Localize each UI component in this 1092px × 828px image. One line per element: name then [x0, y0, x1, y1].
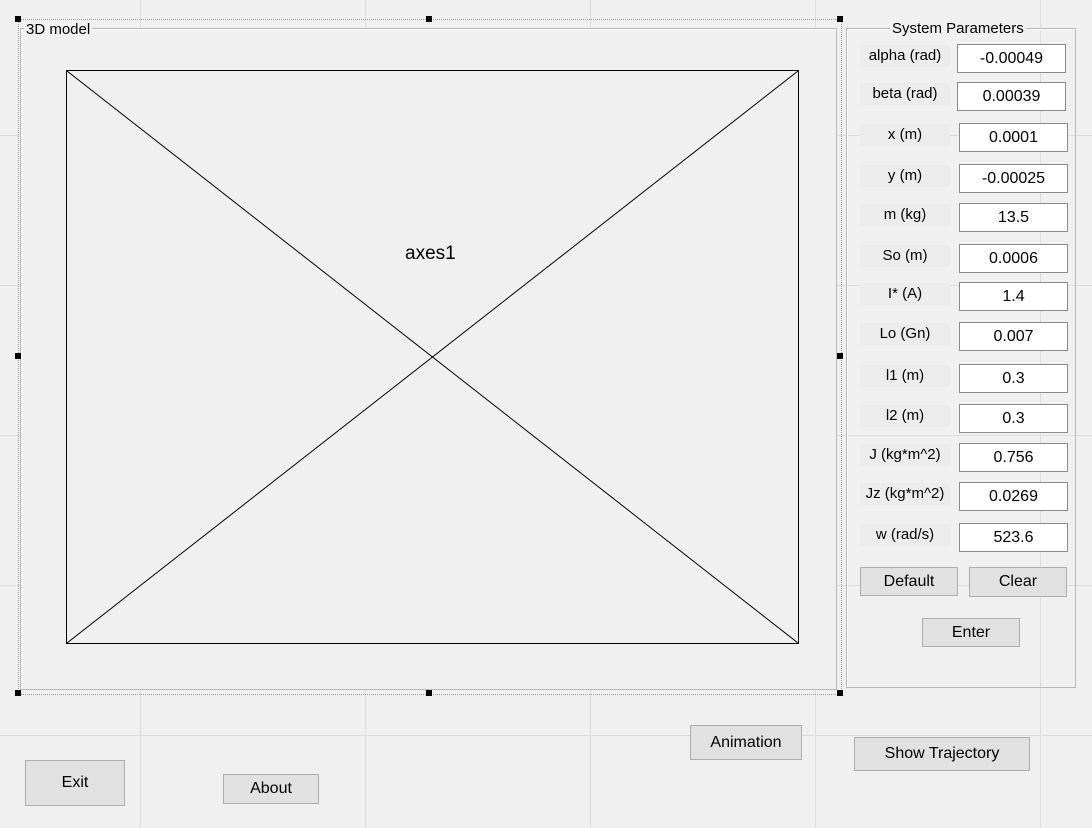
- param-label: w (rad/s): [860, 524, 950, 546]
- param-label: x (m): [860, 124, 950, 146]
- grid-line: [0, 735, 1092, 736]
- param-input[interactable]: 523.6: [959, 523, 1068, 552]
- param-input[interactable]: 0.756: [959, 443, 1068, 472]
- clear-button[interactable]: Clear: [969, 567, 1067, 597]
- param-input[interactable]: 0.0269: [959, 482, 1068, 511]
- param-input[interactable]: 0.007: [959, 322, 1068, 351]
- axes-label: axes1: [405, 243, 456, 264]
- about-button[interactable]: About: [223, 774, 319, 804]
- param-input[interactable]: 0.00039: [957, 82, 1066, 111]
- axes1-placeholder[interactable]: [66, 70, 799, 644]
- param-label: beta (rad): [860, 83, 950, 105]
- system-parameters-title: System Parameters: [890, 20, 1026, 38]
- param-input[interactable]: -0.00049: [957, 44, 1066, 73]
- param-input[interactable]: 0.3: [959, 364, 1068, 393]
- param-label: alpha (rad): [860, 45, 950, 67]
- param-label: I* (A): [860, 283, 950, 305]
- exit-button[interactable]: Exit: [25, 760, 125, 806]
- animation-button[interactable]: Animation: [690, 725, 802, 760]
- param-label: l1 (m): [860, 365, 950, 387]
- resize-handle[interactable]: [837, 353, 843, 359]
- param-input[interactable]: 13.5: [959, 203, 1068, 232]
- show-trajectory-button[interactable]: Show Trajectory: [854, 737, 1030, 771]
- resize-handle[interactable]: [15, 690, 21, 696]
- param-label: m (kg): [860, 204, 950, 226]
- param-input[interactable]: -0.00025: [959, 164, 1068, 193]
- param-label: y (m): [860, 165, 950, 187]
- resize-handle[interactable]: [837, 16, 843, 22]
- enter-button[interactable]: Enter: [922, 618, 1020, 647]
- param-label: l2 (m): [860, 405, 950, 427]
- resize-handle[interactable]: [15, 16, 21, 22]
- resize-handle[interactable]: [837, 690, 843, 696]
- resize-handle[interactable]: [426, 16, 432, 22]
- param-label: J (kg*m^2): [860, 444, 950, 466]
- resize-handle[interactable]: [15, 353, 21, 359]
- param-input[interactable]: 0.3: [959, 404, 1068, 433]
- param-label: Lo (Gn): [860, 323, 950, 345]
- param-label: So (m): [860, 245, 950, 267]
- default-button[interactable]: Default: [860, 567, 958, 596]
- param-label: Jz (kg*m^2): [860, 483, 950, 505]
- param-input[interactable]: 0.0006: [959, 244, 1068, 273]
- param-input[interactable]: 1.4: [959, 282, 1068, 311]
- param-input[interactable]: 0.0001: [959, 123, 1068, 152]
- axes-cross: [67, 71, 798, 643]
- resize-handle[interactable]: [426, 690, 432, 696]
